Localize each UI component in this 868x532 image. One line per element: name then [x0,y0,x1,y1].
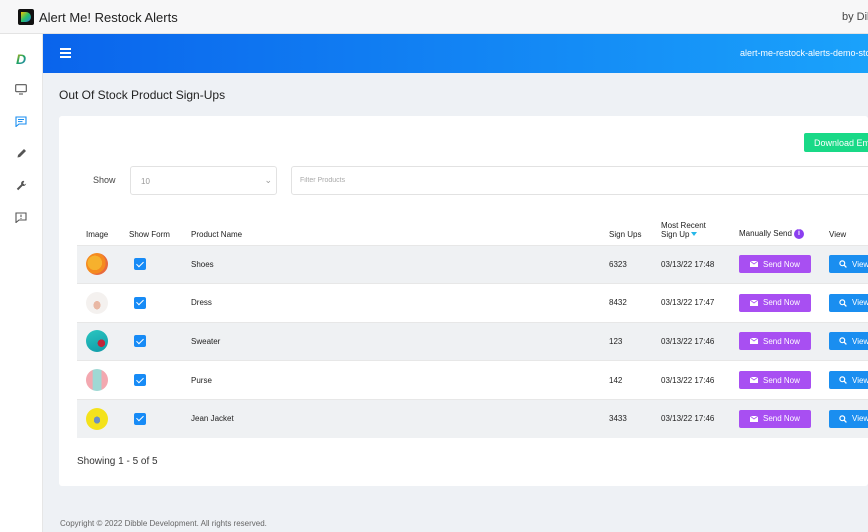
page-size-select[interactable]: 10 ⌄ [130,166,277,195]
filter-products-input[interactable] [291,166,868,195]
pagination-summary: Showing 1 - 5 of 5 [77,456,158,467]
product-name: Jean Jacket [191,398,609,438]
view-label: View [852,414,868,424]
header-product-name: Product Name [191,229,243,239]
view-label: View [852,336,868,346]
show-form-checkbox[interactable] [134,374,146,387]
envelope-icon [750,377,758,384]
sidebar: D [0,34,43,532]
most-recent-signup: 03/13/22 17:46 [661,398,739,438]
view-button[interactable]: View [829,255,868,274]
wrench-icon[interactable] [13,177,29,193]
products-table: Image Show Form Product Name Sign Ups Mo… [77,215,868,438]
search-icon [839,376,847,384]
header-most-recent[interactable]: Most Recent Sign Up [661,215,739,245]
sort-desc-icon [691,232,698,237]
product-name: Shoes [191,244,609,284]
table-row: Purse 142 03/13/22 17:46 Send Now View [77,360,868,400]
envelope-icon [750,299,758,306]
view-label: View [852,298,868,308]
send-now-label: Send Now [763,298,800,308]
send-now-button[interactable]: Send Now [739,371,811,390]
sign-ups-count: 3433 [609,398,661,438]
view-button[interactable]: View [829,332,868,351]
developer-credit: by Dibb [842,11,868,23]
send-now-button[interactable]: Send Now [739,255,811,274]
most-recent-signup: 03/13/22 17:46 [661,321,739,361]
header-most-recent-line1: Most Recent [661,220,706,230]
table-row: Dress 8432 03/13/22 17:47 Send Now View [77,283,868,323]
view-button[interactable]: View [829,371,868,390]
header-most-recent-line2: Sign Up [661,229,690,239]
sign-ups-count: 123 [609,321,661,361]
envelope-icon [750,415,758,422]
send-now-button[interactable]: Send Now [739,293,811,312]
product-image-dress[interactable] [86,291,108,314]
product-image-sweater[interactable] [86,330,108,353]
app-title: Alert Me! Restock Alerts [39,10,178,25]
show-form-checkbox[interactable] [134,412,146,425]
table-row: Sweater 123 03/13/22 17:46 Send Now View [77,321,868,361]
page-size-value: 10 [141,177,150,186]
info-icon[interactable]: i [793,228,804,239]
main-header: alert-me-restock-alerts-demo-sto [43,34,868,73]
sign-ups-count: 142 [609,360,661,400]
envelope-icon [750,338,758,345]
view-button[interactable]: View [829,293,868,312]
sign-ups-count: 6323 [609,244,661,284]
product-name: Purse [191,360,609,400]
product-name: Dress [191,283,609,323]
menu-icon[interactable] [60,48,71,58]
product-name: Sweater [191,321,609,361]
most-recent-signup: 03/13/22 17:48 [661,244,739,284]
show-form-checkbox[interactable] [134,335,146,348]
show-label: Show [93,175,116,185]
product-image-jean-jacket[interactable] [86,407,108,430]
search-icon [839,415,847,423]
most-recent-signup: 03/13/22 17:46 [661,360,739,400]
send-now-button[interactable]: Send Now [739,332,811,351]
send-now-label: Send Now [763,414,800,424]
header-sign-ups[interactable]: Sign Ups [609,215,661,245]
monitor-icon[interactable] [13,81,29,97]
pencil-icon[interactable] [13,145,29,161]
send-now-button[interactable]: Send Now [739,409,811,428]
sign-ups-count: 8432 [609,283,661,323]
dibble-logo-icon[interactable]: D [13,51,29,67]
table-row: Shoes 6323 03/13/22 17:48 Send Now View [77,244,868,284]
chat-icon[interactable] [13,113,29,129]
search-icon [839,337,847,346]
app-topbar: Alert Me! Restock Alerts by Dibb [0,0,868,34]
header-show-form: Show Form [129,229,170,239]
feedback-icon[interactable] [13,209,29,225]
view-button[interactable]: View [829,409,868,428]
header-view: View [829,229,847,239]
header-manually-send: Manually Send i [739,215,829,245]
view-label: View [852,375,868,385]
table-header-row: Image Show Form Product Name Sign Ups Mo… [77,215,868,245]
store-domain: alert-me-restock-alerts-demo-sto [740,48,868,58]
show-form-checkbox[interactable] [134,258,146,271]
signups-card: Download Em Show 10 ⌄ Image Show Form Pr… [59,116,868,486]
most-recent-signup: 03/13/22 17:47 [661,283,739,323]
table-row: Jean Jacket 3433 03/13/22 17:46 Send Now… [77,398,868,438]
send-now-label: Send Now [763,259,800,269]
chevron-down-icon: ⌄ [264,175,272,185]
search-icon [839,260,847,269]
product-image-shoes[interactable] [86,253,108,276]
envelope-icon [750,261,758,268]
send-now-label: Send Now [763,375,800,385]
download-emails-button[interactable]: Download Em [804,133,868,152]
page-title: Out Of Stock Product Sign-Ups [59,88,226,102]
footer-copyright: Copyright © 2022 Dibble Development. All… [60,519,267,528]
search-icon [839,299,847,307]
show-form-checkbox[interactable] [134,296,146,309]
app-logo-icon [18,9,34,25]
send-now-label: Send Now [763,336,800,346]
product-image-purse[interactable] [86,369,108,392]
header-manually-send-label: Manually Send [739,228,792,238]
header-image: Image [86,229,109,239]
view-label: View [852,259,868,269]
